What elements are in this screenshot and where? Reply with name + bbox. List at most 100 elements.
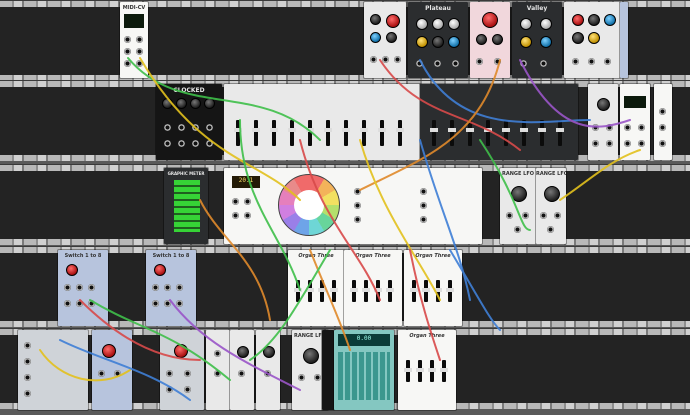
- fader[interactable]: [446, 280, 454, 302]
- jack[interactable]: [354, 216, 361, 223]
- knob[interactable]: [263, 346, 275, 358]
- jack[interactable]: [604, 58, 611, 65]
- jack[interactable]: [588, 58, 595, 65]
- organ-2-module[interactable]: Organ Three: [344, 250, 402, 326]
- fader[interactable]: [466, 120, 474, 146]
- knob[interactable]: [448, 18, 460, 30]
- utility-module[interactable]: [588, 84, 618, 160]
- row5-module-f[interactable]: [256, 330, 280, 410]
- jack[interactable]: [354, 188, 361, 195]
- knob[interactable]: [370, 32, 381, 43]
- jack[interactable]: [452, 60, 459, 67]
- jack[interactable]: [206, 140, 213, 147]
- jack[interactable]: [232, 212, 239, 219]
- jack[interactable]: [434, 60, 441, 67]
- midi-cv-jack[interactable]: [136, 60, 143, 67]
- jack[interactable]: [88, 284, 95, 291]
- fader[interactable]: [386, 280, 394, 302]
- row5-module-c[interactable]: [160, 330, 204, 410]
- jack[interactable]: [298, 374, 305, 381]
- jack[interactable]: [638, 140, 645, 147]
- fader[interactable]: [556, 120, 564, 146]
- jack[interactable]: [659, 108, 666, 115]
- range-lfo-b-module[interactable]: RANGE LFO: [536, 168, 566, 244]
- fader[interactable]: [378, 120, 386, 146]
- row5-module-e[interactable]: [230, 330, 254, 410]
- jack[interactable]: [659, 140, 666, 147]
- clocked-module[interactable]: CLOCKED: [156, 84, 222, 160]
- jack[interactable]: [506, 212, 513, 219]
- display-module[interactable]: [620, 84, 650, 160]
- jack[interactable]: [244, 212, 251, 219]
- jack[interactable]: [592, 140, 599, 147]
- row5-module-d[interactable]: [206, 330, 230, 410]
- fader[interactable]: [342, 120, 350, 146]
- fader[interactable]: [404, 360, 412, 382]
- mini-display-module[interactable]: [322, 330, 334, 410]
- jack[interactable]: [592, 124, 599, 131]
- knob[interactable]: [370, 14, 381, 25]
- switch-a-module[interactable]: Switch 1 to 8: [58, 250, 108, 326]
- fader[interactable]: [350, 280, 358, 302]
- fader[interactable]: [434, 280, 442, 302]
- jack[interactable]: [264, 370, 271, 377]
- mixer-module-right[interactable]: [420, 84, 578, 160]
- midi-cv-jack[interactable]: [124, 48, 131, 55]
- jack[interactable]: [314, 374, 321, 381]
- knob[interactable]: [174, 344, 188, 358]
- jack[interactable]: [624, 124, 631, 131]
- midi-cv-jack[interactable]: [124, 36, 131, 43]
- jack[interactable]: [232, 198, 239, 205]
- jack[interactable]: [420, 202, 427, 209]
- jack[interactable]: [176, 300, 183, 307]
- jack[interactable]: [494, 58, 501, 65]
- fader[interactable]: [306, 280, 314, 302]
- reverb-module[interactable]: [564, 2, 620, 78]
- fader[interactable]: [410, 280, 418, 302]
- valley-module[interactable]: Valley: [512, 2, 562, 78]
- jack[interactable]: [152, 300, 159, 307]
- knob[interactable]: [237, 346, 249, 358]
- jack[interactable]: [166, 370, 173, 377]
- jack[interactable]: [540, 212, 547, 219]
- fader[interactable]: [430, 120, 438, 146]
- knob[interactable]: [597, 98, 610, 111]
- jack[interactable]: [176, 284, 183, 291]
- fader[interactable]: [324, 120, 332, 146]
- jack[interactable]: [178, 124, 185, 131]
- jack[interactable]: [164, 140, 171, 147]
- knob[interactable]: [432, 18, 444, 30]
- jack[interactable]: [394, 56, 401, 63]
- knob[interactable]: [154, 264, 166, 276]
- fader[interactable]: [306, 120, 314, 146]
- row5-module-a[interactable]: [18, 330, 88, 410]
- jack[interactable]: [547, 226, 554, 233]
- graphic-meter-module[interactable]: GRAPHIC METER: [164, 168, 208, 244]
- fader[interactable]: [360, 120, 368, 146]
- knob[interactable]: [204, 98, 215, 109]
- jack[interactable]: [540, 60, 547, 67]
- jack[interactable]: [214, 350, 221, 357]
- fader[interactable]: [234, 120, 242, 146]
- jack[interactable]: [192, 140, 199, 147]
- jack[interactable]: [24, 358, 31, 365]
- knob[interactable]: [588, 14, 600, 26]
- jack[interactable]: [64, 284, 71, 291]
- jack[interactable]: [420, 216, 427, 223]
- knob[interactable]: [190, 98, 201, 109]
- knob[interactable]: [102, 344, 116, 358]
- fader[interactable]: [484, 120, 492, 146]
- sequencer-module[interactable]: 0.00: [334, 330, 394, 410]
- fader[interactable]: [502, 120, 510, 146]
- knob[interactable]: [572, 14, 584, 26]
- knob[interactable]: [540, 36, 552, 48]
- fader[interactable]: [520, 120, 528, 146]
- midi-cv-module[interactable]: MIDI-CV: [120, 2, 148, 78]
- jack[interactable]: [476, 58, 483, 65]
- knob[interactable]: [416, 36, 428, 48]
- knob[interactable]: [162, 98, 173, 109]
- jack[interactable]: [214, 370, 221, 377]
- knob[interactable]: [476, 34, 487, 45]
- jack[interactable]: [420, 188, 427, 195]
- jack[interactable]: [520, 60, 527, 67]
